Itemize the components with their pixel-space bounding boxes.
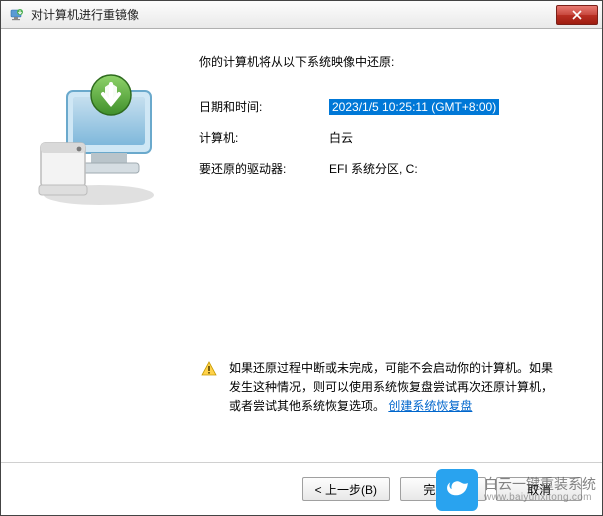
dialog-window: 对计算机进行重镜像 (0, 0, 603, 516)
window-title: 对计算机进行重镜像 (31, 6, 556, 23)
restore-illustration (29, 53, 189, 253)
back-button[interactable]: < 上一步(B) (302, 477, 390, 501)
drives-value: EFI 系统分区, C: (329, 160, 574, 177)
datetime-value: 2023/1/5 10:25:11 (GMT+8:00) (329, 99, 499, 115)
drives-label: 要还原的驱动器: (199, 160, 329, 177)
warning-section: 如果还原过程中断或未完成，可能不会启动你的计算机。如果发生这种情况，则可以使用系… (201, 359, 562, 417)
create-recovery-disk-link[interactable]: 创建系统恢复盘 (388, 399, 472, 413)
intro-text: 你的计算机将从以下系统映像中还原: (199, 53, 574, 70)
cancel-button[interactable]: 取消 (496, 477, 582, 501)
button-bar: < 上一步(B) 完成(F) 取消 (1, 463, 602, 515)
computer-value: 白云 (329, 129, 574, 146)
app-icon (9, 7, 25, 23)
info-row-datetime: 日期和时间: 2023/1/5 10:25:11 (GMT+8:00) (199, 98, 574, 115)
main-area: 你的计算机将从以下系统映像中还原: 日期和时间: 2023/1/5 10:25:… (1, 29, 602, 263)
info-row-computer: 计算机: 白云 (199, 129, 574, 146)
titlebar: 对计算机进行重镜像 (1, 1, 602, 29)
close-button[interactable] (556, 5, 598, 25)
info-row-drives: 要还原的驱动器: EFI 系统分区, C: (199, 160, 574, 177)
warning-text: 如果还原过程中断或未完成，可能不会启动你的计算机。如果发生这种情况，则可以使用系… (229, 359, 562, 417)
close-icon (572, 10, 582, 20)
datetime-label: 日期和时间: (199, 98, 329, 115)
computer-label: 计算机: (199, 129, 329, 146)
info-panel: 你的计算机将从以下系统映像中还原: 日期和时间: 2023/1/5 10:25:… (189, 53, 574, 253)
warning-icon (201, 359, 219, 417)
finish-button[interactable]: 完成(F) (400, 477, 486, 501)
dialog-content: 你的计算机将从以下系统映像中还原: 日期和时间: 2023/1/5 10:25:… (1, 29, 602, 515)
